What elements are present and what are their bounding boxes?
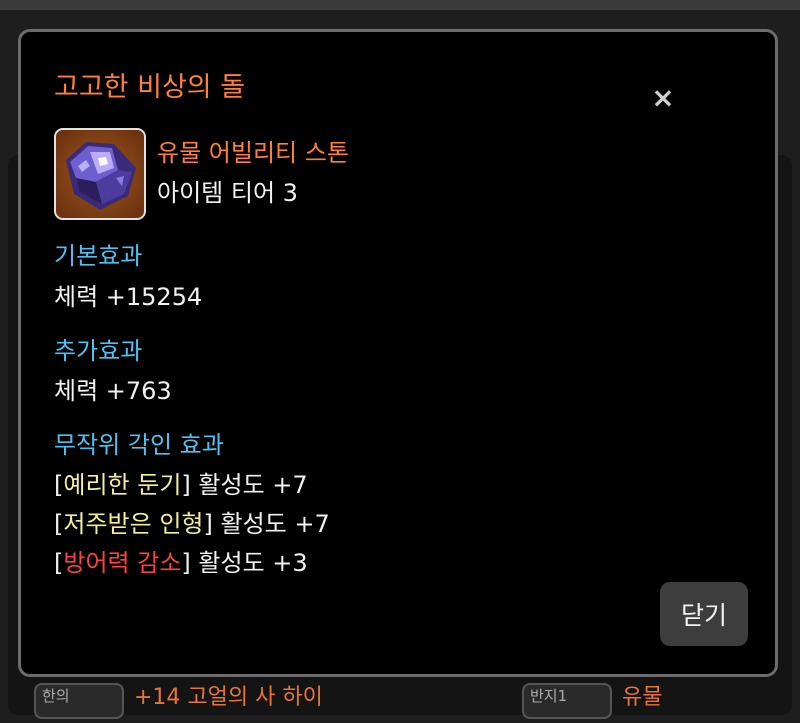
random-engraving-heading: 무작위 각인 효과	[54, 431, 224, 459]
background-item-thumb: 한의	[34, 683, 124, 719]
additional-effect-line: 체력 +763	[54, 377, 172, 405]
engraving-line: [방어력 감소] 활성도 +3	[54, 547, 308, 579]
base-effect-line: 체력 +15254	[54, 283, 203, 311]
top-bar	[0, 0, 800, 10]
bracket-close: ]	[203, 510, 213, 538]
bracket-close: ]	[181, 471, 191, 499]
engraving-value: 활성도 +3	[198, 549, 308, 577]
background-item-right[interactable]: 반지1 유물	[522, 683, 662, 723]
close-icon[interactable]: ×	[649, 84, 677, 112]
bracket-open: [	[54, 510, 64, 538]
item-title: 고고한 비상의 돌	[54, 72, 246, 103]
item-tier: 아이템 티어 3	[157, 179, 298, 207]
engraving-line: [저주받은 인형] 활성도 +7	[54, 508, 330, 540]
background-item-text: 유물	[622, 685, 663, 710]
background-item-left[interactable]: 한의 +14 고얼의 사 하이	[34, 683, 323, 723]
engraving-value: 활성도 +7	[220, 510, 330, 538]
engraving-value: 활성도 +7	[198, 471, 308, 499]
engraving-name: 예리한 둔기	[63, 471, 182, 499]
item-tooltip-modal: 고고한 비상의 돌 × 유물 어빌리티 스톤 아이템 티어 3 기본효과 체력 …	[18, 29, 778, 677]
background-item-thumb: 반지1	[522, 683, 612, 719]
background-item-text: +14 고얼의 사 하이	[134, 685, 323, 710]
base-effect-heading: 기본효과	[54, 242, 143, 270]
engraving-name: 저주받은 인형	[63, 510, 204, 538]
engraving-name: 방어력 감소	[63, 549, 182, 577]
bracket-close: ]	[181, 549, 191, 577]
bracket-open: [	[54, 549, 64, 577]
close-button[interactable]: 닫기	[660, 582, 748, 646]
additional-effect-heading: 추가효과	[54, 337, 143, 365]
item-grade: 유물 어빌리티 스톤	[157, 139, 349, 167]
amethyst-stone-icon	[54, 128, 146, 220]
bracket-open: [	[54, 471, 64, 499]
engraving-line: [예리한 둔기] 활성도 +7	[54, 469, 308, 501]
